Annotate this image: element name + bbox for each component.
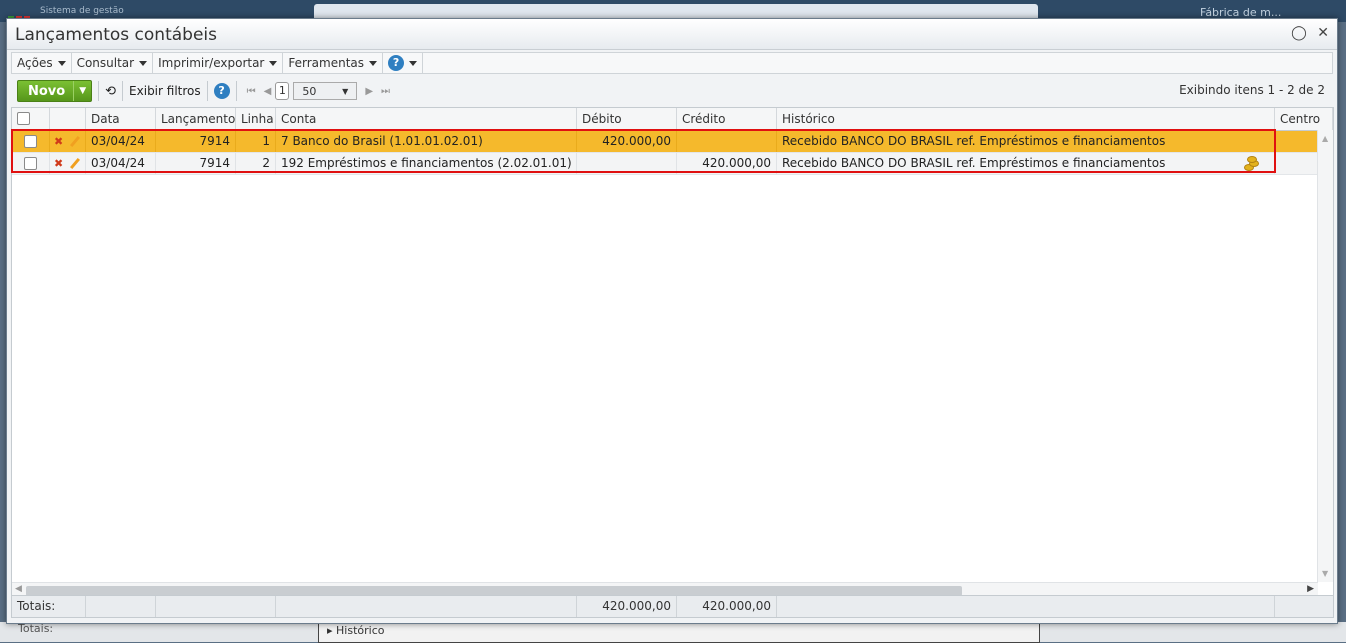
cell-historico: Recebido BANCO DO BRASIL ref. Empréstimo… — [777, 153, 1275, 174]
scroll-down-icon[interactable]: ▼ — [1322, 569, 1328, 578]
select-all-checkbox[interactable] — [17, 112, 30, 125]
col-header-debito[interactable]: Débito — [577, 108, 677, 130]
col-header-data[interactable]: Data — [86, 108, 156, 130]
cell-conta: 192 Empréstimos e financiamentos (2.02.0… — [276, 153, 577, 174]
col-header-lancamento[interactable]: Lançamento — [156, 108, 236, 130]
menu-acoes[interactable]: Ações — [12, 53, 72, 73]
col-header-conta[interactable]: Conta — [276, 108, 577, 130]
window-titlebar: Lançamentos contábeis ◯ ✕ — [7, 19, 1337, 50]
col-header-centro[interactable]: Centro — [1275, 108, 1333, 130]
previous-page-icon[interactable]: ◀ — [264, 86, 272, 97]
table-row[interactable]: ✖ 03/04/24 7914 2 192 Empréstimos e fina… — [12, 153, 1317, 175]
chevron-down-icon — [369, 60, 378, 66]
first-page-icon[interactable]: ⏮ — [247, 86, 256, 97]
new-dropdown-arrow[interactable]: ▼ — [73, 81, 91, 101]
chevron-down-icon — [409, 60, 418, 66]
cell-data: 03/04/24 — [86, 131, 156, 152]
menu-bar: Ações Consultar Imprimir/exportar Ferram… — [11, 52, 1333, 74]
close-icon[interactable]: ✕ — [1317, 25, 1329, 41]
grid-header: Data Lançamento Linha Conta Débito Crédi… — [12, 108, 1333, 131]
row-checkbox[interactable] — [24, 135, 37, 148]
help-icon: ? — [388, 55, 405, 71]
cell-linha: 1 — [236, 131, 276, 152]
new-button-label: Novo — [28, 83, 66, 99]
grid-toolbar: Novo ▼ ⟲ Exibir filtros ? ⏮ ◀ 1 50 ▼ ▶ ⏭ … — [11, 77, 1331, 105]
app-logo — [8, 11, 34, 22]
menu-help[interactable]: ? — [383, 53, 424, 73]
scroll-up-icon[interactable]: ▲ — [1322, 134, 1328, 143]
new-button[interactable]: Novo ▼ — [17, 80, 93, 102]
cell-linha: 2 — [236, 153, 276, 174]
show-filters-button[interactable]: Exibir filtros — [129, 84, 201, 98]
vertical-scrollbar[interactable]: ▲ ▼ — [1317, 130, 1333, 582]
col-header-linha[interactable]: Linha — [236, 108, 276, 130]
app-title: Sistema de gestão — [40, 6, 124, 16]
row-checkbox[interactable] — [24, 157, 37, 170]
refresh-icon[interactable]: ⟲ — [105, 84, 116, 99]
cell-data: 03/04/24 — [86, 153, 156, 174]
chevron-down-icon — [269, 60, 278, 66]
cell-centro — [1275, 131, 1317, 152]
cell-lancamento: 7914 — [156, 131, 236, 152]
menu-imprimir-exportar[interactable]: Imprimir/exportar — [153, 53, 284, 73]
cell-credito — [677, 131, 777, 152]
cell-debito: 420.000,00 — [577, 131, 677, 152]
edit-pencil-icon[interactable] — [70, 135, 81, 148]
cell-historico: Recebido BANCO DO BRASIL ref. Empréstimo… — [777, 131, 1275, 152]
cell-debito — [577, 153, 677, 174]
scroll-right-icon[interactable]: ▶ — [1307, 584, 1314, 594]
next-page-icon[interactable]: ▶ — [365, 86, 373, 97]
col-header-historico[interactable]: Histórico — [777, 108, 1275, 130]
delete-icon[interactable]: ✖ — [54, 157, 63, 170]
select-all-header[interactable] — [12, 108, 50, 130]
delete-icon[interactable]: ✖ — [54, 135, 63, 148]
page-size-select[interactable]: 50 ▼ — [293, 82, 358, 100]
totals-debito: 420.000,00 — [577, 596, 677, 617]
actions-header — [50, 108, 86, 130]
pagination: ⏮ ◀ 1 50 ▼ ▶ ⏭ — [243, 82, 394, 100]
window-title: Lançamentos contábeis — [15, 25, 217, 45]
cell-lancamento: 7914 — [156, 153, 236, 174]
totals-row: Totais: 420.000,00 420.000,00 — [11, 595, 1334, 618]
chat-bubble-icon[interactable]: ◯ — [1291, 25, 1307, 41]
totals-label: Totais: — [12, 596, 86, 617]
menu-ferramentas[interactable]: Ferramentas — [283, 53, 384, 73]
chevron-down-icon — [57, 60, 66, 66]
chevron-down-icon — [139, 60, 148, 66]
cell-conta: 7 Banco do Brasil (1.01.01.02.01) — [276, 131, 577, 152]
table-row[interactable]: ✖ 03/04/24 7914 1 7 Banco do Brasil (1.0… — [12, 131, 1317, 153]
menu-consultar[interactable]: Consultar — [72, 53, 154, 73]
cell-credito: 420.000,00 — [677, 153, 777, 174]
col-header-credito[interactable]: Crédito — [677, 108, 777, 130]
background-footer: Totais: ▸ Histórico — [0, 622, 1346, 643]
accounting-entries-window: Lançamentos contábeis ◯ ✕ Ações Consulta… — [6, 18, 1338, 624]
last-page-icon[interactable]: ⏭ — [381, 86, 390, 97]
help-icon[interactable]: ? — [213, 83, 230, 99]
totals-credito: 420.000,00 — [677, 596, 777, 617]
coins-icon[interactable] — [1244, 156, 1259, 171]
page-number-input[interactable]: 1 — [275, 82, 290, 100]
scroll-left-icon[interactable]: ◀ — [15, 584, 22, 594]
edit-pencil-icon[interactable] — [70, 157, 81, 170]
background-history-tab: ▸ Histórico — [318, 624, 1040, 643]
items-count-text: Exibindo itens 1 - 2 de 2 — [1179, 83, 1325, 97]
cell-centro — [1275, 153, 1317, 174]
background-history-label: Histórico — [336, 624, 385, 637]
entries-grid: Data Lançamento Linha Conta Débito Crédi… — [11, 107, 1334, 599]
